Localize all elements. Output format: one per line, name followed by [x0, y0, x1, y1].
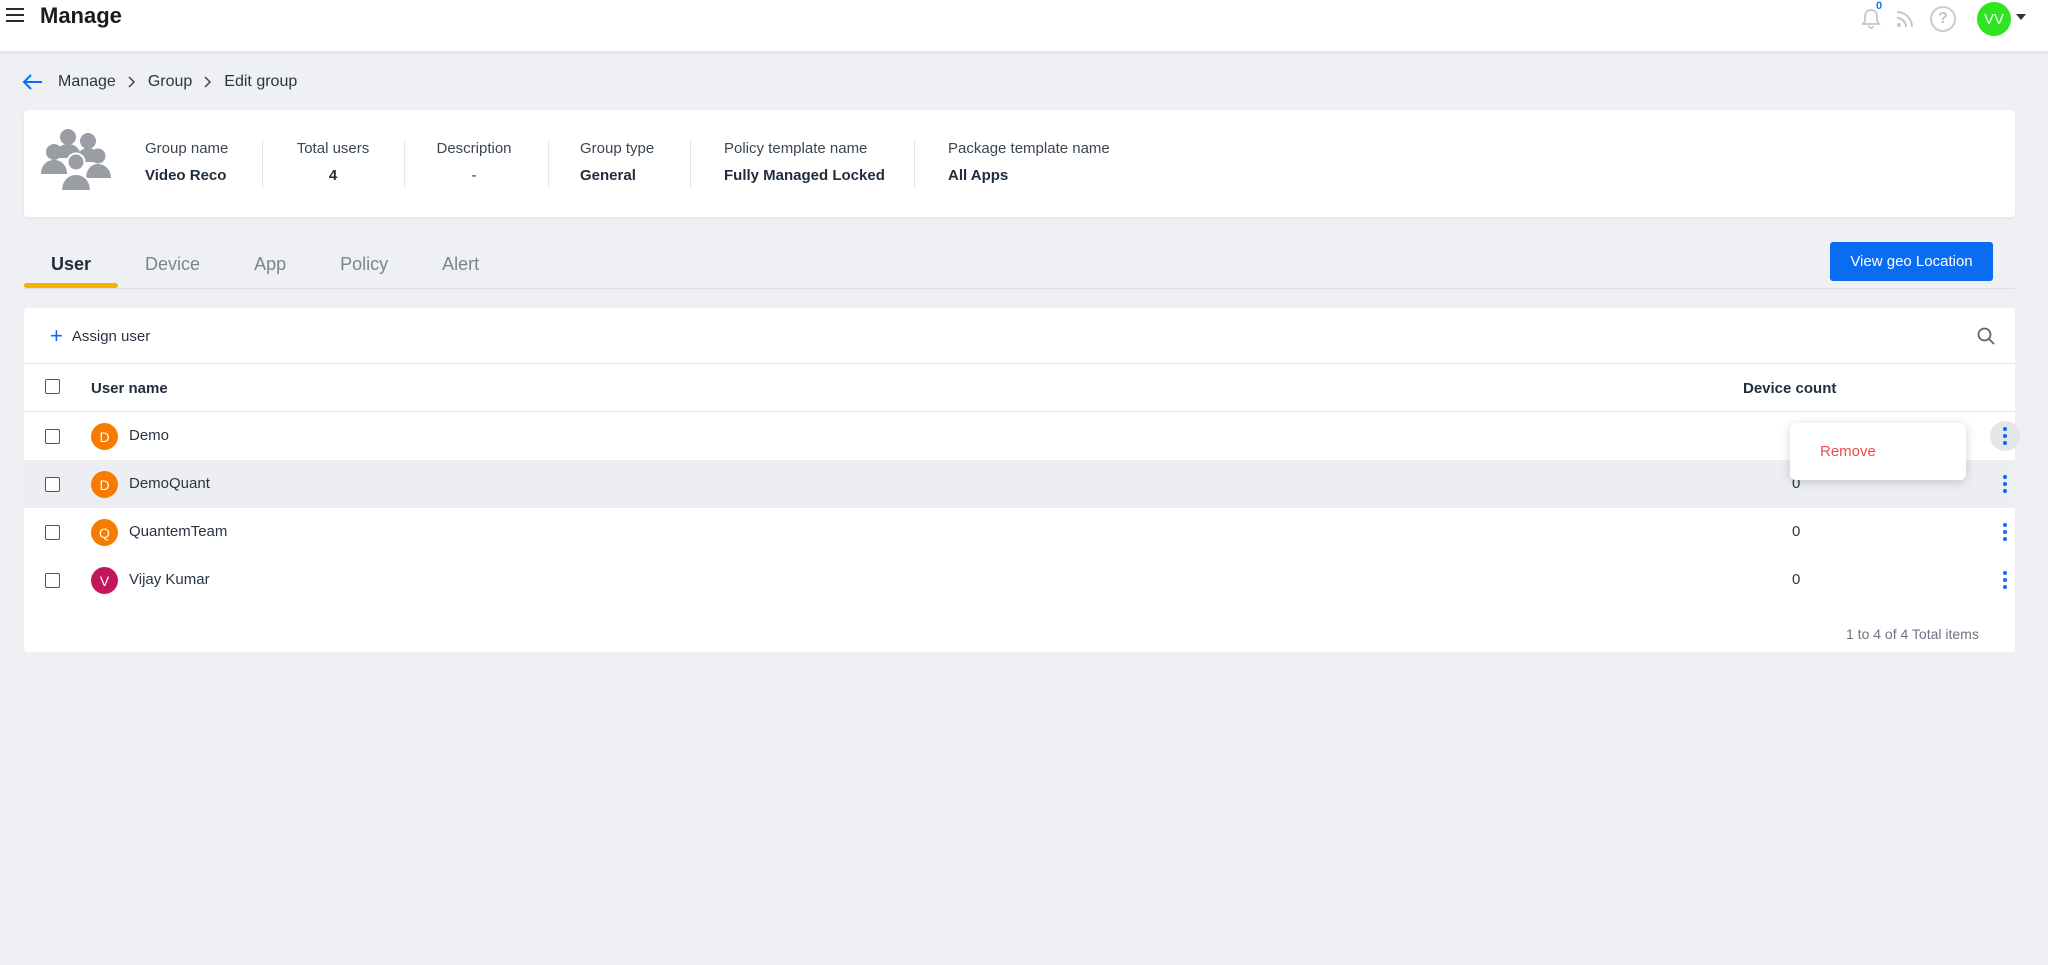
- chevron-down-icon[interactable]: [2016, 14, 2026, 20]
- notification-count-badge: 0: [1876, 0, 1883, 12]
- kebab-menu-icon[interactable]: [1990, 421, 2020, 451]
- page-title: Manage: [40, 3, 122, 28]
- group-name-value: Video Reco: [145, 167, 227, 184]
- policy-template-field: Policy template name Fully Managed Locke…: [724, 140, 885, 184]
- user-name: Vijay Kumar: [129, 571, 210, 588]
- divider: [404, 140, 405, 188]
- help-icon[interactable]: ?: [1930, 6, 1956, 32]
- tab-device[interactable]: Device: [118, 240, 227, 288]
- group-type-label: Group type: [580, 140, 655, 157]
- avatar: D: [91, 471, 118, 498]
- group-name-field: Group name Video Reco: [145, 140, 228, 184]
- description-label: Description: [436, 140, 512, 157]
- row-checkbox[interactable]: [45, 525, 60, 540]
- kebab-menu-icon[interactable]: [1990, 517, 2020, 547]
- total-users-field: Total users 4: [296, 140, 370, 184]
- tab-app[interactable]: App: [227, 240, 313, 288]
- user-avatar[interactable]: VV: [1977, 2, 2011, 36]
- kebab-menu-icon[interactable]: [1990, 469, 2020, 499]
- hamburger-icon[interactable]: [6, 8, 24, 22]
- users-table-card: + Assign user User name Device count D D…: [24, 308, 2020, 652]
- avatar: Q: [91, 519, 118, 546]
- breadcrumb-item-current: Edit group: [224, 73, 298, 90]
- assign-user-button[interactable]: + Assign user: [50, 325, 150, 347]
- plus-icon: +: [50, 323, 63, 348]
- total-users-label: Total users: [296, 140, 370, 157]
- package-template-field: Package template name All Apps: [948, 140, 1110, 184]
- column-header-user-name[interactable]: User name: [91, 380, 168, 397]
- user-name: DemoQuant: [129, 475, 210, 492]
- top-bar: Manage 0 ? VV: [0, 0, 2048, 51]
- description-field: Description -: [435, 140, 513, 184]
- table-row[interactable]: V Vijay Kumar 0: [24, 556, 2015, 604]
- breadcrumb-item-group[interactable]: Group: [148, 73, 192, 91]
- divider: [914, 140, 915, 188]
- device-count: 0: [1792, 571, 1801, 588]
- user-name: Demo: [129, 427, 170, 444]
- package-template-value: All Apps: [948, 167, 1009, 184]
- assign-user-label: Assign user: [71, 327, 151, 345]
- policy-template-label: Policy template name: [724, 140, 868, 157]
- kebab-menu-icon[interactable]: [1990, 565, 2020, 595]
- tab-bar: User Device App Policy Alert: [24, 240, 506, 288]
- back-arrow-icon[interactable]: [22, 73, 44, 91]
- divider: [690, 140, 691, 188]
- tab-user[interactable]: User: [24, 240, 119, 288]
- avatar: D: [91, 423, 118, 450]
- table-row[interactable]: D DemoQuant 0: [24, 460, 2015, 508]
- total-users-value: 4: [328, 167, 338, 184]
- user-name: QuantemTeam: [129, 523, 228, 540]
- group-type-field: Group type General: [580, 140, 654, 184]
- breadcrumb-item-manage[interactable]: Manage: [58, 73, 116, 91]
- table-row[interactable]: Q QuantemTeam 0: [24, 508, 2015, 556]
- breadcrumb: Manage Group Edit group: [22, 70, 297, 94]
- group-type-value: General: [580, 167, 636, 184]
- avatar: V: [91, 567, 118, 594]
- description-value: -: [471, 167, 477, 184]
- chevron-right-icon: [128, 76, 135, 88]
- policy-template-value: Fully Managed Locked: [724, 167, 885, 184]
- tab-alert[interactable]: Alert: [415, 240, 506, 288]
- rss-icon[interactable]: [1892, 6, 1918, 32]
- table-header: User name Device count: [24, 364, 2015, 412]
- remove-menu-item[interactable]: Remove: [1820, 443, 1876, 460]
- view-geo-location-button[interactable]: View geo Location: [1830, 242, 1993, 281]
- group-icon: [41, 129, 111, 192]
- chevron-right-icon: [204, 76, 212, 88]
- row-checkbox[interactable]: [45, 429, 60, 444]
- row-checkbox[interactable]: [45, 477, 60, 492]
- row-checkbox[interactable]: [45, 573, 60, 588]
- divider: [262, 140, 263, 188]
- device-count: 0: [1792, 523, 1801, 540]
- tab-policy[interactable]: Policy: [313, 240, 415, 288]
- search-icon[interactable]: [1976, 326, 1996, 346]
- column-header-device-count[interactable]: Device count: [1743, 380, 1836, 397]
- divider: [548, 140, 549, 188]
- pagination-summary: 1 to 4 of 4 Total items: [1846, 626, 1979, 642]
- group-name-label: Group name: [145, 140, 229, 157]
- select-all-checkbox[interactable]: [45, 379, 60, 394]
- row-context-menu: Remove: [1790, 423, 1966, 480]
- table-row[interactable]: D Demo: [24, 412, 2020, 460]
- package-template-label: Package template name: [948, 140, 1110, 157]
- group-info-card: Group name Video Reco Total users 4 Desc…: [24, 110, 2015, 217]
- tabs-divider: [24, 288, 2015, 289]
